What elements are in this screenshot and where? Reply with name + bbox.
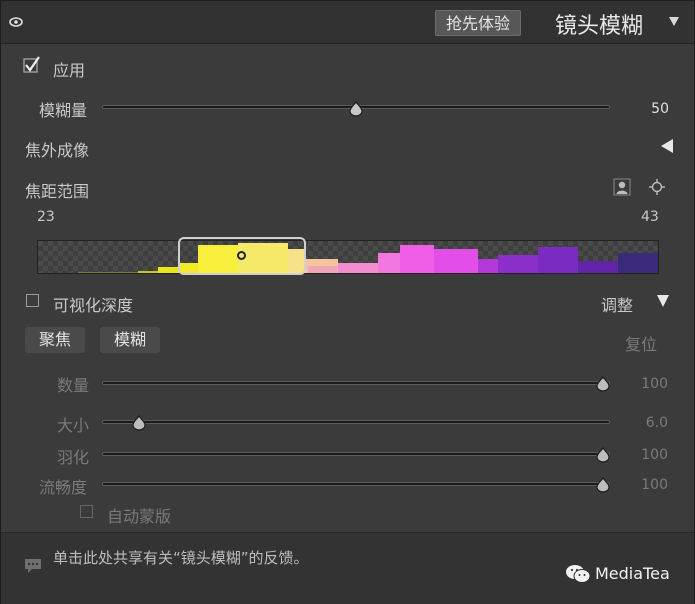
visualize-depth-label: 可视化深度	[53, 296, 134, 315]
focus-point-marker[interactable]	[237, 251, 246, 260]
panel-title: 镜头模糊	[555, 14, 644, 39]
size-value: 6.0	[645, 415, 668, 431]
triangle-left-icon[interactable]	[661, 139, 673, 153]
blur-amount-thumb[interactable]	[349, 101, 363, 117]
histogram-bin	[400, 245, 434, 273]
apply-label: 应用	[53, 61, 86, 80]
amount-value: 100	[641, 376, 668, 392]
person-icon[interactable]	[613, 178, 631, 196]
focal-range-label: 焦距范围	[25, 182, 90, 201]
focus-tab[interactable]: 聚焦	[25, 327, 85, 353]
panel-header: 抢先体验 镜头模糊	[1, 1, 694, 44]
smoothness-label: 流畅度	[39, 478, 88, 497]
histogram-bin	[308, 266, 338, 273]
smoothness-thumb[interactable]	[596, 477, 610, 493]
early-access-button[interactable]: 抢先体验	[435, 10, 521, 36]
visualize-depth-checkbox[interactable]	[26, 294, 39, 307]
crosshair-icon[interactable]	[649, 179, 665, 195]
eye-icon[interactable]	[9, 15, 23, 29]
triangle-down-icon[interactable]	[669, 17, 679, 26]
histogram-bin	[478, 259, 498, 273]
blur-amount-label: 模糊量	[39, 101, 88, 120]
histogram-bin	[538, 247, 578, 273]
focal-range-min: 23	[37, 209, 55, 225]
apply-checkbox[interactable]	[23, 56, 41, 74]
histogram-bin	[158, 267, 178, 273]
adjust-label[interactable]: 调整	[601, 292, 633, 316]
smoothness-value: 100	[641, 477, 668, 493]
auto-mask-checkbox[interactable]	[80, 505, 93, 518]
depth-histogram[interactable]	[37, 240, 659, 274]
triangle-down-icon[interactable]	[657, 295, 669, 307]
histogram-bin	[618, 253, 658, 273]
smoothness-slider[interactable]	[102, 482, 610, 486]
histogram-bin	[434, 249, 478, 273]
focal-range-max: 43	[641, 209, 659, 225]
bokeh-label: 焦外成像	[25, 141, 90, 160]
feather-label: 羽化	[57, 448, 90, 467]
histogram-bin	[498, 255, 538, 273]
histogram-bin	[578, 261, 618, 273]
auto-mask-label: 自动蒙版	[107, 507, 172, 526]
size-slider[interactable]	[102, 420, 610, 424]
histogram-bin	[78, 272, 138, 273]
wechat-icon	[566, 565, 591, 583]
feather-slider[interactable]	[102, 452, 610, 456]
histogram-bin	[138, 271, 158, 273]
size-label: 大小	[57, 416, 90, 435]
amount-label: 数量	[57, 376, 90, 395]
histogram-bin	[378, 253, 400, 273]
size-thumb[interactable]	[132, 415, 146, 431]
brand-name: MediaTea	[595, 564, 670, 583]
feather-thumb[interactable]	[596, 447, 610, 463]
reset-button[interactable]: 复位	[625, 331, 657, 355]
amount-thumb[interactable]	[596, 376, 610, 392]
histogram-bin	[338, 263, 378, 273]
speech-bubble-icon	[25, 559, 41, 573]
blur-amount-value: 50	[651, 101, 669, 117]
feedback-link[interactable]: 单击此处共享有关“镜头模糊”的反馈。	[53, 547, 309, 568]
feather-value: 100	[641, 447, 668, 463]
lens-blur-panel: 抢先体验 镜头模糊 应用 模糊量 50 焦外成像 焦距范围 23 43 可视化深…	[0, 0, 695, 604]
blur-tab[interactable]: 模糊	[100, 327, 160, 353]
amount-slider[interactable]	[102, 381, 610, 385]
